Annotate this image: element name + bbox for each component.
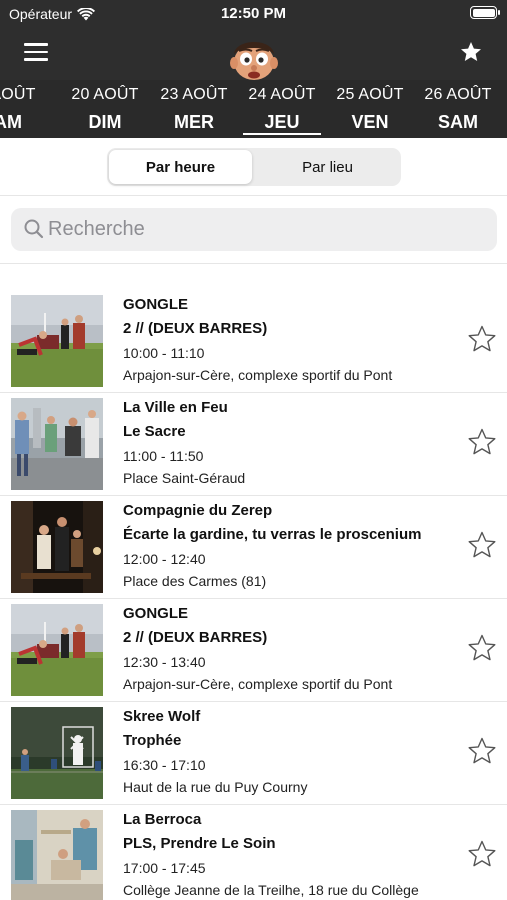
event-thumbnail — [11, 501, 103, 593]
favorite-star-icon[interactable] — [467, 530, 497, 560]
day-tab-date: 26 AOÛT — [424, 86, 492, 103]
event-place: Place des Carmes (81) — [123, 573, 267, 589]
event-show-title: Écarte la gardine, tu verras le prosceni… — [123, 526, 422, 543]
view-mode-bar: Par heure Par lieu — [0, 138, 507, 196]
day-tab-weekday: SAM — [438, 112, 478, 132]
event-details: La Berroca PLS, Prendre Le Soin 17:00 - … — [123, 810, 453, 900]
event-company: Skree Wolf — [123, 708, 201, 725]
event-row[interactable]: La Ville en Feu Le Sacre 11:00 - 11:50 P… — [0, 393, 507, 496]
favorite-star-icon[interactable] — [467, 839, 497, 869]
event-time: 11:00 - 11:50 — [123, 448, 204, 464]
day-tab-selected[interactable]: 24 AOÛT JEU — [239, 80, 325, 138]
segment-by-place[interactable]: Par lieu — [256, 150, 399, 184]
search-input[interactable] — [48, 208, 478, 251]
navbar — [0, 28, 507, 80]
event-thumbnail — [11, 604, 103, 696]
header: Opérateur 12:50 PM OÛT AM 20 AOÛT DIM 23… — [0, 0, 507, 138]
event-row[interactable]: Compagnie du Zerep Écarte la gardine, tu… — [0, 496, 507, 599]
event-show-title: Le Sacre — [123, 423, 186, 440]
search-field[interactable] — [11, 208, 497, 251]
day-tab[interactable]: 25 AOÛT VEN — [327, 80, 413, 138]
day-tab-date: 20 AOÛT — [71, 86, 139, 103]
event-thumbnail — [11, 295, 103, 387]
day-tab[interactable]: 19 AOÛT SAM — [0, 80, 45, 138]
day-tab[interactable]: 26 AOÛT SAM — [415, 80, 501, 138]
festival-face-logo[interactable] — [226, 34, 282, 80]
favorite-star-icon[interactable] — [467, 324, 497, 354]
event-row[interactable]: La Berroca PLS, Prendre Le Soin 17:00 - … — [0, 805, 507, 900]
event-company: Compagnie du Zerep — [123, 502, 273, 519]
event-show-title: 2 // (DEUX BARRES) — [123, 320, 268, 337]
day-selector: 19 AOÛT SAM 20 AOÛT DIM 23 AOÛT MER 24 A… — [0, 80, 507, 138]
battery-icon — [470, 6, 500, 19]
day-tab-weekday: MER — [174, 112, 214, 132]
event-company: La Ville en Feu — [123, 399, 228, 416]
day-tab-date: 23 AOÛT — [160, 86, 228, 103]
event-row[interactable]: Skree Wolf Trophée 16:30 - 17:10 Haut de… — [0, 702, 507, 805]
event-details: La Ville en Feu Le Sacre 11:00 - 11:50 P… — [123, 398, 453, 490]
event-time: 12:30 - 13:40 — [123, 654, 206, 670]
day-tab-weekday: VEN — [351, 112, 389, 132]
day-tab-date: 25 AOÛT — [336, 86, 404, 103]
event-details: Skree Wolf Trophée 16:30 - 17:10 Haut de… — [123, 707, 453, 799]
event-place: Place Saint-Géraud — [123, 470, 246, 486]
day-tab-date: 24 AOÛT — [248, 86, 316, 103]
favorite-star-icon[interactable] — [467, 736, 497, 766]
star-filled-icon[interactable] — [459, 40, 483, 64]
day-tab-weekday: JEU — [264, 112, 300, 132]
event-time: 16:30 - 17:10 — [123, 757, 206, 773]
day-tab-date: 19 AOÛT — [0, 86, 36, 103]
segment-by-time[interactable]: Par heure — [109, 150, 252, 184]
selected-day-underline — [243, 133, 321, 135]
event-thumbnail — [11, 810, 103, 900]
hamburger-menu-icon[interactable] — [24, 43, 48, 63]
event-company: GONGLE — [123, 605, 189, 622]
event-row[interactable]: GONGLE 2 // (DEUX BARRES) 10:00 - 11:10 … — [0, 290, 507, 393]
event-show-title: Trophée — [123, 732, 182, 749]
day-tab-weekday: SAM — [0, 112, 22, 132]
event-thumbnail — [11, 707, 103, 799]
day-tab-weekday: DIM — [88, 112, 122, 132]
event-place: Arpajon-sur-Cère, complexe sportif du Po… — [123, 676, 393, 692]
day-tab[interactable]: 23 AOÛT MER — [151, 80, 237, 138]
search-bar — [0, 196, 507, 264]
favorite-star-icon[interactable] — [467, 427, 497, 457]
event-place: Collège Jeanne de la Treilhe, 18 rue du … — [123, 882, 419, 898]
event-company: GONGLE — [123, 296, 189, 313]
event-details: Compagnie du Zerep Écarte la gardine, tu… — [123, 501, 453, 593]
event-place: Haut de la rue du Puy Courny — [123, 779, 308, 795]
event-details: GONGLE 2 // (DEUX BARRES) 12:30 - 13:40 … — [123, 604, 453, 696]
event-show-title: PLS, Prendre Le Soin — [123, 835, 276, 852]
event-time: 10:00 - 11:10 — [123, 345, 205, 361]
day-tab[interactable]: 20 AOÛT DIM — [62, 80, 148, 138]
favorite-star-icon[interactable] — [467, 633, 497, 663]
event-row[interactable]: GONGLE 2 // (DEUX BARRES) 12:30 - 13:40 … — [0, 599, 507, 702]
search-icon — [24, 219, 44, 239]
status-time: 12:50 PM — [220, 5, 287, 22]
event-show-title: 2 // (DEUX BARRES) — [123, 629, 268, 646]
event-time: 12:00 - 12:40 — [123, 551, 206, 567]
view-mode-segmented-control: Par heure Par lieu — [107, 148, 401, 186]
app-screen: Opérateur 12:50 PM OÛT AM 20 AOÛT DIM 23… — [0, 0, 507, 900]
event-company: La Berroca — [123, 811, 202, 828]
event-thumbnail — [11, 398, 103, 490]
status-bar: Opérateur 12:50 PM — [0, 0, 507, 28]
event-time: 17:00 - 17:45 — [123, 860, 206, 876]
event-place: Arpajon-sur-Cère, complexe sportif du Po… — [123, 367, 393, 383]
event-details: GONGLE 2 // (DEUX BARRES) 10:00 - 11:10 … — [123, 295, 453, 387]
